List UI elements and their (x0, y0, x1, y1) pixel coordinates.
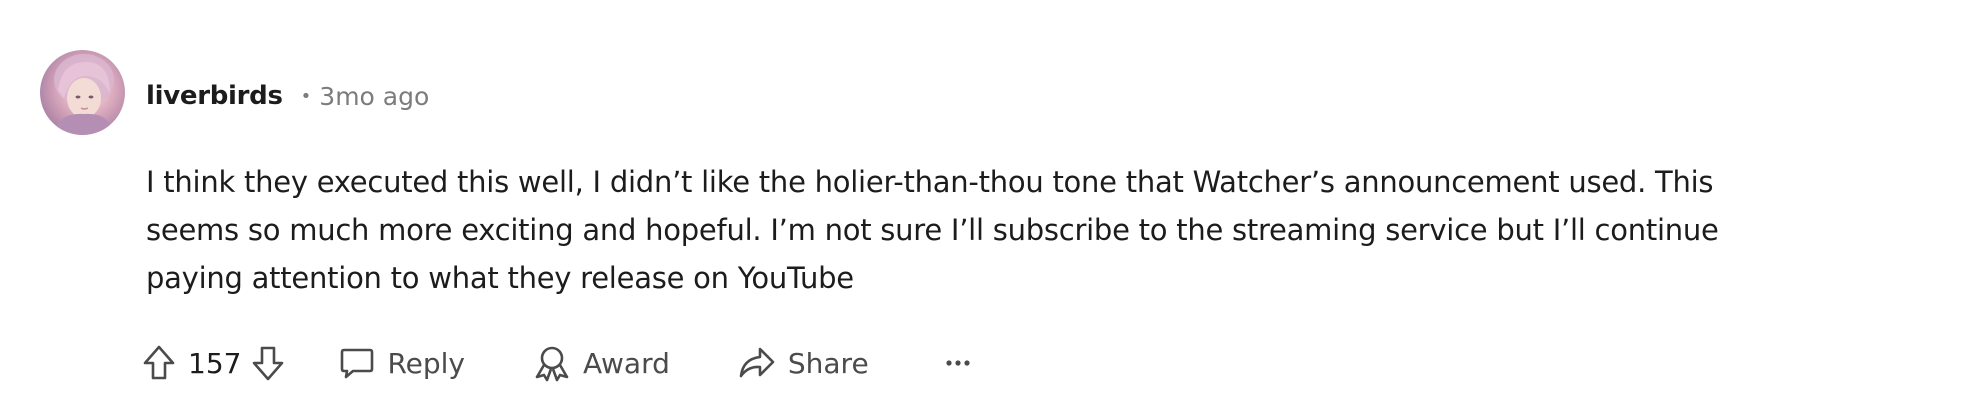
comment: liverbirds • 3mo ago I think they execut… (0, 0, 1988, 412)
ellipsis-icon (945, 358, 971, 368)
avatar[interactable] (40, 50, 125, 135)
share-arrow-icon (738, 345, 776, 381)
vote-count: 157 (188, 346, 242, 380)
share-label: Share (787, 346, 869, 380)
award-label: Award (583, 346, 670, 380)
timestamp[interactable]: 3mo ago (319, 82, 429, 111)
award-ribbon-icon (533, 344, 571, 382)
comment-actions: 157 Reply Award Share (142, 340, 971, 386)
share-button[interactable]: Share (738, 345, 869, 381)
comment-body: I think they executed this well, I didn’… (146, 165, 1719, 295)
upvote-icon[interactable] (142, 344, 176, 382)
award-button[interactable]: Award (533, 344, 670, 382)
speech-bubble-icon (339, 345, 375, 381)
more-options-button[interactable] (945, 358, 971, 368)
reply-button[interactable]: Reply (339, 345, 465, 381)
vote-controls: 157 (142, 344, 285, 382)
comment-meta: liverbirds • 3mo ago (146, 78, 429, 114)
meta-separator: • (300, 85, 312, 107)
reply-label: Reply (387, 346, 465, 380)
downvote-icon[interactable] (251, 344, 285, 382)
username[interactable]: liverbirds (146, 81, 283, 111)
